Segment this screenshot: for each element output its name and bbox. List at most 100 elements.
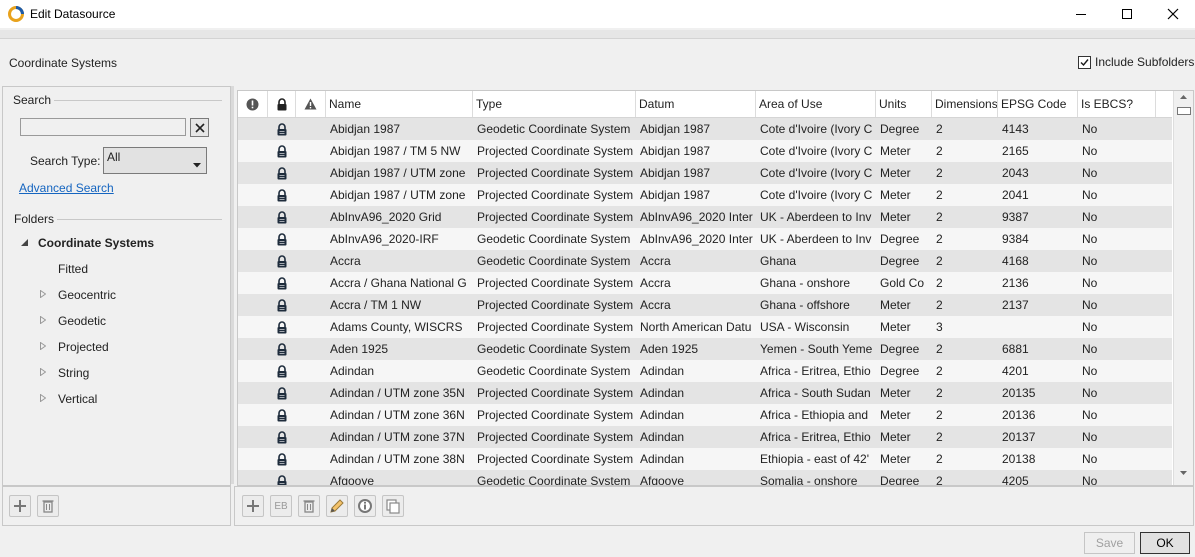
column-header-type[interactable]: Type	[473, 91, 636, 117]
cell-type: Geodetic Coordinate System	[477, 122, 631, 136]
column-header-epsg[interactable]: EPSG Code	[998, 91, 1078, 117]
cell-area: Africa - Eritrea, Ethio	[760, 430, 871, 444]
column-header-area[interactable]: Area of Use	[756, 91, 876, 117]
collapsed-triangle-icon[interactable]	[40, 341, 58, 352]
lock-icon	[268, 184, 296, 206]
table-row[interactable]: Adindan / UTM zone 38N Projected Coordina…	[238, 448, 1172, 470]
collapsed-triangle-icon[interactable]	[40, 315, 58, 326]
tree-item-coordinate-systems[interactable]: Coordinate Systems	[20, 233, 154, 253]
column-header-status[interactable]	[238, 91, 268, 117]
minimize-button[interactable]	[1058, 0, 1104, 28]
table-row[interactable]: AbInvA96_2020-IRF Geodetic Coordinate Sys…	[238, 228, 1172, 250]
cell-area: UK - Aberdeen to Inv	[760, 232, 872, 246]
cell-type: Projected Coordinate System	[477, 298, 634, 312]
delete-item-button[interactable]	[298, 495, 320, 517]
expanded-triangle-icon[interactable]	[20, 236, 38, 250]
cell-dimensions: 2	[936, 276, 943, 290]
checkmark-icon	[1080, 58, 1089, 66]
cell-datum: Accra	[640, 298, 671, 312]
cell-area: Africa - South Sudan	[760, 386, 871, 400]
save-button[interactable]: Save	[1084, 532, 1135, 554]
scrollbar-thumb[interactable]	[1177, 107, 1191, 115]
tree-item-label: Geodetic	[58, 314, 107, 328]
table-row[interactable]: Abidjan 1987 Geodetic Coordinate System Ab…	[238, 118, 1172, 140]
table-row[interactable]: Adams County, WISCRS Projected Coordinate…	[238, 316, 1172, 338]
cell-type: Geodetic Coordinate System	[477, 232, 631, 246]
left-panel	[2, 86, 231, 486]
cell-units: Meter	[880, 298, 911, 312]
cell-type: Projected Coordinate System	[477, 144, 634, 158]
cell-units: Degree	[880, 364, 920, 378]
lock-icon	[268, 294, 296, 316]
edit-item-button[interactable]	[326, 495, 348, 517]
copy-item-button[interactable]	[382, 495, 404, 517]
tree-item-label: String	[58, 366, 90, 380]
tree-item-projected[interactable]: Projected	[40, 337, 109, 357]
tree-item-geocentric[interactable]: Geocentric	[40, 285, 116, 305]
cell-datum: Aden 1925	[640, 342, 699, 356]
table-row[interactable]: Accra / Ghana National G Projected Coordi…	[238, 272, 1172, 294]
cell-ebcs: No	[1082, 452, 1098, 466]
delete-folder-button[interactable]	[37, 495, 59, 517]
column-header-lock[interactable]	[268, 91, 296, 117]
column-header-name[interactable]: Name	[326, 91, 473, 117]
table-row[interactable]: Aden 1925 Geodetic Coordinate System Aden …	[238, 338, 1172, 360]
column-header-warning[interactable]	[296, 91, 326, 117]
collapsed-triangle-icon[interactable]	[40, 393, 58, 404]
advanced-search-link[interactable]: Advanced Search	[19, 181, 114, 195]
table-row[interactable]: Adindan / UTM zone 37N Projected Coordina…	[238, 426, 1172, 448]
checkbox-box[interactable]	[1078, 55, 1091, 69]
vertical-scrollbar[interactable]	[1173, 91, 1193, 485]
ebcs-button[interactable]: EB	[270, 495, 292, 517]
tree-item-fitted[interactable]: Fitted	[40, 259, 88, 279]
tree-item-vertical[interactable]: Vertical	[40, 389, 97, 409]
scroll-down-icon[interactable]	[1180, 471, 1187, 475]
collapsed-triangle-icon[interactable]	[40, 289, 58, 300]
column-header-ebcs[interactable]: Is EBCS?	[1078, 91, 1156, 117]
search-input[interactable]	[20, 118, 186, 136]
table-row[interactable]: Afgooye Geodetic Coordinate System Afgooye…	[238, 470, 1172, 486]
tree-item-string[interactable]: String	[40, 363, 89, 383]
cell-units: Degree	[880, 122, 920, 136]
cell-dimensions: 2	[936, 474, 943, 486]
add-folder-button[interactable]	[9, 495, 31, 517]
search-group-label: Search	[13, 93, 52, 107]
info-item-button[interactable]	[354, 495, 376, 517]
column-header-units[interactable]: Units	[876, 91, 932, 117]
cell-epsg: 2165	[1002, 144, 1029, 158]
table-row[interactable]: Abidjan 1987 / UTM zone Projected Coordin…	[238, 162, 1172, 184]
add-item-button[interactable]	[242, 495, 264, 517]
table-row[interactable]: Adindan / UTM zone 35N Projected Coordina…	[238, 382, 1172, 404]
table-row[interactable]: Adindan / UTM zone 36N Projected Coordina…	[238, 404, 1172, 426]
folders-group-label: Folders	[14, 212, 55, 226]
table-row[interactable]: AbInvA96_2020 Grid Projected Coordinate S…	[238, 206, 1172, 228]
cell-dimensions: 2	[936, 452, 943, 466]
table-row[interactable]: Accra Geodetic Coordinate System Accra Ghan…	[238, 250, 1172, 272]
ok-button[interactable]: OK	[1140, 532, 1190, 554]
column-header-dimensions[interactable]: Dimensions	[932, 91, 998, 117]
maximize-button[interactable]	[1104, 0, 1150, 28]
tree-item-geodetic[interactable]: Geodetic	[40, 311, 106, 331]
collapsed-triangle-icon[interactable]	[40, 367, 58, 378]
scroll-up-icon[interactable]	[1180, 95, 1187, 99]
delete-icon	[42, 500, 54, 513]
cell-type: Geodetic Coordinate System	[477, 342, 631, 356]
table-row[interactable]: Accra / TM 1 NW Projected Coordinate Syst…	[238, 294, 1172, 316]
table-row[interactable]: Abidjan 1987 / UTM zone Projected Coordin…	[238, 184, 1172, 206]
table-row[interactable]: Adindan Geodetic Coordinate System Adindan…	[238, 360, 1172, 382]
cell-area: USA - Wisconsin	[760, 320, 850, 334]
column-header-datum[interactable]: Datum	[636, 91, 756, 117]
lock-icon	[268, 338, 296, 360]
close-button[interactable]	[1150, 0, 1195, 28]
include-subfolders-checkbox[interactable]: Include Subfolders	[1078, 55, 1194, 69]
cell-type: Projected Coordinate System	[477, 188, 634, 202]
cell-datum: AbInvA96_2020 Inter	[640, 232, 753, 246]
clear-search-button[interactable]	[190, 118, 209, 137]
cell-type: Projected Coordinate System	[477, 320, 634, 334]
table-row[interactable]: Abidjan 1987 / TM 5 NW Projected Coordina…	[238, 140, 1172, 162]
cell-ebcs: No	[1082, 364, 1098, 378]
close-icon	[1167, 8, 1179, 20]
panel-splitter[interactable]	[231, 86, 234, 484]
toolbar-strip	[0, 30, 1195, 39]
cell-ebcs: No	[1082, 122, 1098, 136]
